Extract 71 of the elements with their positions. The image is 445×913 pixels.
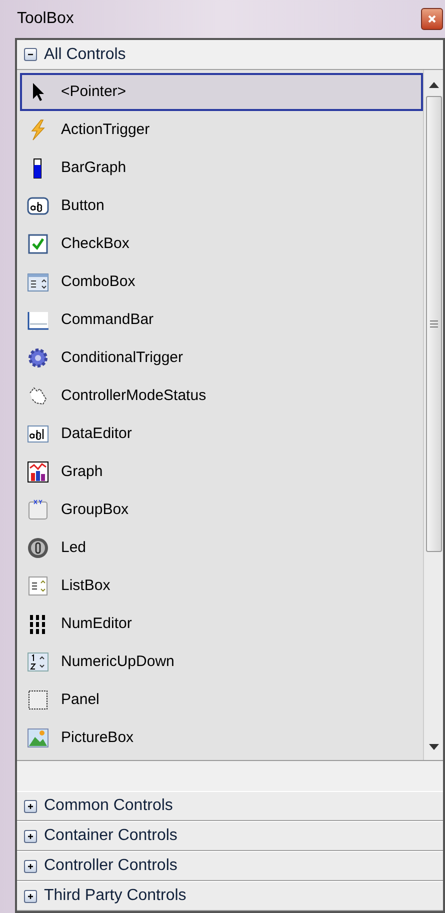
section-label: Third Party Controls: [44, 886, 186, 906]
item-label: PictureBox: [61, 728, 134, 748]
gear-icon: [27, 347, 49, 369]
dotted-panel-icon: [27, 689, 49, 711]
item-label: NumericUpDown: [61, 652, 174, 672]
text-field-icon: [27, 423, 49, 445]
button-icon: [27, 195, 49, 217]
toolbox-item[interactable]: NumericUpDown: [20, 643, 423, 681]
combo-box-icon: [27, 271, 49, 293]
toolbox-item[interactable]: ControllerModeStatus: [20, 377, 423, 415]
expand-icon[interactable]: [24, 800, 37, 812]
toolbox-item[interactable]: Graph: [20, 453, 423, 491]
toolbox-item[interactable]: PictureBox: [20, 719, 423, 757]
section-header[interactable]: Container Controls: [17, 821, 443, 851]
item-label: NumEditor: [61, 614, 132, 634]
checkbox-icon: [27, 233, 49, 255]
close-icon: [427, 14, 437, 24]
section-label: Controller Controls: [44, 856, 178, 876]
item-label: BarGraph: [61, 158, 126, 178]
item-label: ListBox: [61, 576, 110, 596]
item-label: ConditionalTrigger: [61, 348, 184, 368]
toolbox-item[interactable]: ComboBox: [20, 263, 423, 301]
close-button[interactable]: [421, 8, 443, 30]
landscape-picture-icon: [27, 727, 49, 749]
scroll-up-arrow-icon[interactable]: [428, 82, 438, 88]
list-box-icon: [27, 575, 49, 597]
expand-icon[interactable]: [24, 830, 37, 842]
item-label: ControllerModeStatus: [61, 386, 206, 406]
item-label: ActionTrigger: [61, 120, 150, 140]
section-label: Container Controls: [44, 826, 178, 846]
chart-icon: [27, 461, 49, 483]
toolbox-item[interactable]: Led: [20, 529, 423, 567]
toolbox-item[interactable]: GroupBox: [20, 491, 423, 529]
scrollbar-thumb[interactable]: [426, 96, 442, 552]
scroll-down-arrow-icon[interactable]: [428, 744, 438, 750]
item-label: <Pointer>: [61, 82, 126, 102]
item-label: ComboBox: [61, 272, 136, 292]
toolbox-item[interactable]: Button: [20, 187, 423, 225]
toolbox-item[interactable]: ListBox: [20, 567, 423, 605]
item-label: CheckBox: [61, 234, 130, 254]
item-label: Graph: [61, 462, 103, 482]
toolbox-item[interactable]: Panel: [20, 681, 423, 719]
expand-icon[interactable]: [24, 890, 37, 902]
section-header[interactable]: Common Controls: [17, 791, 443, 821]
section-header[interactable]: Third Party Controls: [17, 881, 443, 911]
toolbox-item[interactable]: ActionTrigger: [20, 111, 423, 149]
numeric-spinner-icon: [27, 651, 49, 673]
window-title: ToolBox: [17, 9, 74, 29]
toolbox-item[interactable]: NumEditor: [20, 605, 423, 643]
item-label: Led: [61, 538, 86, 558]
toolbox-item[interactable]: BarGraph: [20, 149, 423, 187]
scrollbar[interactable]: [423, 70, 443, 760]
collapse-icon[interactable]: [24, 48, 37, 61]
section-label: Common Controls: [44, 796, 173, 816]
section-header[interactable]: Controller Controls: [17, 851, 443, 881]
toolbox-item[interactable]: <Pointer>: [20, 73, 423, 111]
expand-icon[interactable]: [24, 860, 37, 872]
item-label: DataEditor: [61, 424, 132, 444]
toolbox-item[interactable]: CheckBox: [20, 225, 423, 263]
item-label: GroupBox: [61, 500, 129, 520]
item-label: CommandBar: [61, 310, 154, 330]
item-label: Button: [61, 196, 104, 216]
toolbox-item[interactable]: ConditionalTrigger: [20, 339, 423, 377]
toolbox-item[interactable]: DataEditor: [20, 415, 423, 453]
item-label: Panel: [61, 690, 100, 710]
grip-icon: [430, 320, 438, 328]
command-bar-icon: [27, 309, 49, 331]
toolbox-item[interactable]: CommandBar: [20, 301, 423, 339]
round-light-icon: [27, 537, 49, 559]
group-box-icon: [27, 499, 49, 521]
section-label: All Controls: [44, 44, 126, 64]
